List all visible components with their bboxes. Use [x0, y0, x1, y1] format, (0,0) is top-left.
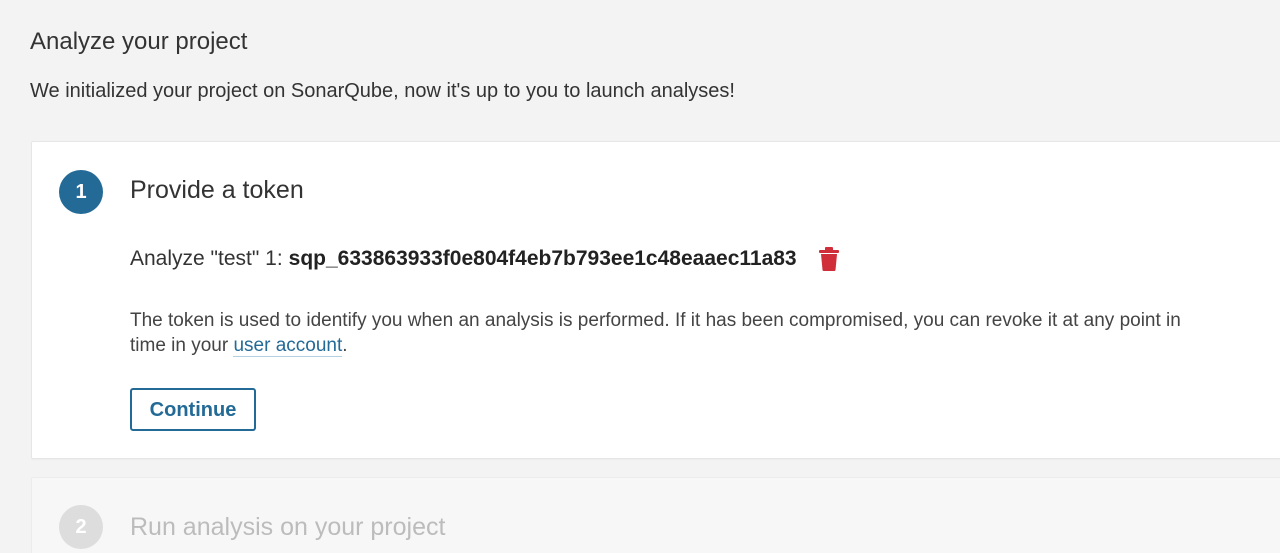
continue-button[interactable]: Continue — [130, 388, 256, 431]
page: Analyze your project We initialized your… — [0, 0, 1280, 553]
help-text-after: . — [342, 335, 348, 356]
step-number-badge: 1 — [59, 170, 103, 214]
step-title-2: Run analysis on your project — [130, 513, 446, 541]
step-card-provide-token: 1 Provide a token Analyze "test" 1: sqp_… — [31, 141, 1280, 459]
step-number-badge-2: 2 — [59, 505, 103, 549]
page-title: Analyze your project — [30, 28, 248, 55]
token-name: Analyze "test" 1: — [130, 247, 283, 270]
step-card-run-analysis: 2 Run analysis on your project — [31, 477, 1280, 553]
token-row: Analyze "test" 1: sqp_633863933f0e804f4e… — [130, 246, 841, 272]
user-account-link[interactable]: user account — [233, 335, 343, 357]
page-description: We initialized your project on SonarQube… — [30, 80, 735, 102]
step-title: Provide a token — [130, 176, 304, 204]
trash-icon — [818, 247, 839, 271]
token-value: sqp_633863933f0e804f4eb7b793ee1c48eaaec1… — [288, 247, 797, 270]
token-help-text: The token is used to identify you when a… — [130, 308, 1220, 358]
revoke-token-button[interactable] — [817, 246, 841, 272]
